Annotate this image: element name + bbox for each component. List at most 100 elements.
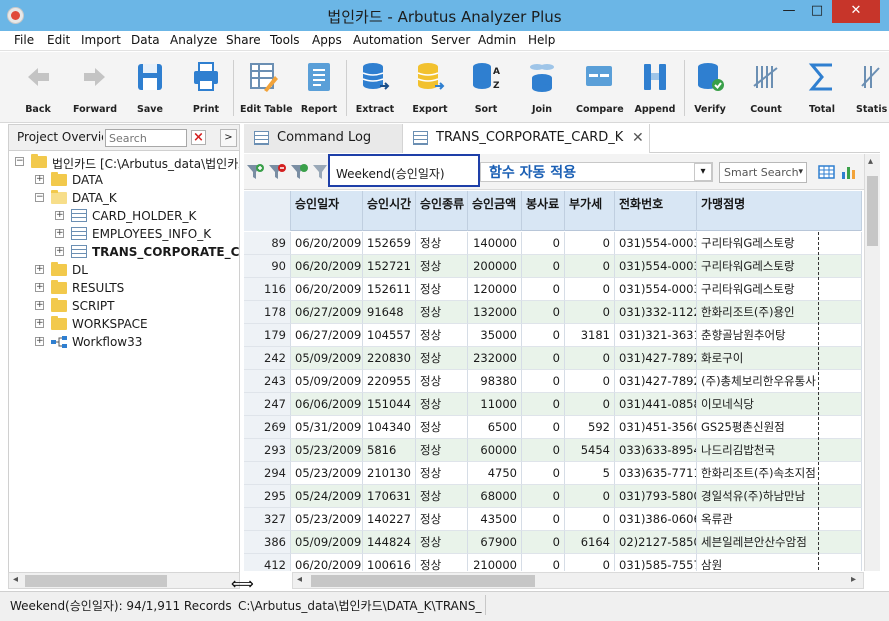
expand-icon[interactable]: + bbox=[35, 265, 44, 274]
edit-filter-icon[interactable] bbox=[290, 163, 308, 181]
table-row[interactable]: 269 05/31/2009 104340 정상 6500 0 592 031)451-356… bbox=[244, 416, 862, 439]
smart-search-select[interactable]: Smart Search ▾ bbox=[719, 162, 807, 183]
table-row[interactable]: 178 06/27/2009 91648 정상 132000 0 0 031)332-1122… bbox=[244, 301, 862, 324]
cell-vat[interactable]: 592 bbox=[565, 416, 615, 439]
cell-approval-amount[interactable]: 6500 bbox=[468, 416, 522, 439]
expand-icon[interactable]: + bbox=[35, 283, 44, 292]
cell-approval-time[interactable]: 104557 bbox=[363, 324, 416, 347]
cell-vat[interactable]: 0 bbox=[565, 485, 615, 508]
cell-vat[interactable]: 0 bbox=[565, 508, 615, 531]
cell-phone[interactable]: 031)427-7892 bbox=[615, 347, 697, 370]
cell-approval-amount[interactable]: 232000 bbox=[468, 347, 522, 370]
cell-approval-date[interactable]: 05/23/2009 bbox=[291, 439, 363, 462]
cell-vat[interactable]: 0 bbox=[565, 393, 615, 416]
cell-approval-type[interactable]: 정상 bbox=[416, 393, 468, 416]
cell-approval-date[interactable]: 06/20/2009 bbox=[291, 554, 363, 571]
cell-vat[interactable]: 0 bbox=[565, 370, 615, 393]
cell-merchant[interactable]: 구리타워G레스토랑 bbox=[697, 278, 862, 301]
cell-rownum[interactable]: 247 bbox=[244, 393, 291, 416]
extract-button[interactable]: Extract bbox=[356, 58, 394, 120]
cell-approval-time[interactable]: 220955 bbox=[363, 370, 416, 393]
menu-analyze[interactable]: Analyze bbox=[170, 33, 217, 47]
project-search-input[interactable] bbox=[105, 129, 187, 147]
cell-service-fee[interactable]: 0 bbox=[522, 485, 565, 508]
cell-approval-type[interactable]: 정상 bbox=[416, 278, 468, 301]
save-button[interactable]: Save bbox=[134, 58, 166, 120]
cell-approval-time[interactable]: 144824 bbox=[363, 531, 416, 554]
cell-phone[interactable]: 031)585-7557 bbox=[615, 554, 697, 571]
append-button[interactable]: Append bbox=[635, 58, 675, 120]
cell-merchant[interactable]: 구리타워G레스토랑 bbox=[697, 232, 862, 255]
menu-data[interactable]: Data bbox=[131, 33, 160, 47]
table-row[interactable]: 242 05/09/2009 220830 정상 232000 0 0 031)427-789… bbox=[244, 347, 862, 370]
cell-rownum[interactable]: 295 bbox=[244, 485, 291, 508]
cell-merchant[interactable]: 옥류관 bbox=[697, 508, 862, 531]
cell-vat[interactable]: 0 bbox=[565, 232, 615, 255]
cell-service-fee[interactable]: 0 bbox=[522, 439, 565, 462]
expand-icon[interactable]: + bbox=[55, 247, 64, 256]
cell-rownum[interactable]: 293 bbox=[244, 439, 291, 462]
cell-vat[interactable]: 0 bbox=[565, 255, 615, 278]
column-header-vat[interactable]: 부가세 bbox=[565, 191, 615, 231]
cell-vat[interactable]: 0 bbox=[565, 278, 615, 301]
cell-approval-date[interactable]: 05/09/2009 bbox=[291, 347, 363, 370]
cell-rownum[interactable]: 327 bbox=[244, 508, 291, 531]
cell-merchant[interactable]: 춘향골남원추어탕 bbox=[697, 324, 862, 347]
table-row[interactable]: 116 06/20/2009 152611 정상 120000 0 0 031)554-000… bbox=[244, 278, 862, 301]
cell-rownum[interactable]: 90 bbox=[244, 255, 291, 278]
grid-horizontal-scrollbar[interactable]: ◂ ▸ bbox=[292, 572, 864, 589]
cell-merchant[interactable]: 이모네식당 bbox=[697, 393, 862, 416]
cell-merchant[interactable]: 구리타워G레스토랑 bbox=[697, 255, 862, 278]
menu-share[interactable]: Share bbox=[226, 33, 261, 47]
compare-button[interactable]: Compare bbox=[576, 58, 624, 120]
cell-approval-date[interactable]: 05/23/2009 bbox=[291, 462, 363, 485]
menu-edit[interactable]: Edit bbox=[47, 33, 70, 47]
cell-approval-amount[interactable]: 60000 bbox=[468, 439, 522, 462]
cell-merchant[interactable]: 세븐일레븐안산수암점 bbox=[697, 531, 862, 554]
total-button[interactable]: Total bbox=[806, 58, 838, 120]
table-row[interactable]: 327 05/23/2009 140227 정상 43500 0 0 031)386-0606… bbox=[244, 508, 862, 531]
clear-search-icon[interactable]: × bbox=[191, 130, 206, 145]
cell-approval-amount[interactable]: 11000 bbox=[468, 393, 522, 416]
cell-merchant[interactable]: (주)총체보리한우유통사 bbox=[697, 370, 862, 393]
cell-approval-time[interactable]: 210130 bbox=[363, 462, 416, 485]
cell-approval-time[interactable]: 152611 bbox=[363, 278, 416, 301]
cell-rownum[interactable]: 179 bbox=[244, 324, 291, 347]
cell-approval-amount[interactable]: 43500 bbox=[468, 508, 522, 531]
count-button[interactable]: Count bbox=[750, 58, 782, 120]
cell-approval-amount[interactable]: 132000 bbox=[468, 301, 522, 324]
cell-approval-amount[interactable]: 98380 bbox=[468, 370, 522, 393]
cell-service-fee[interactable]: 0 bbox=[522, 232, 565, 255]
table-row[interactable]: 179 06/27/2009 104557 정상 35000 0 3181 031)321-3… bbox=[244, 324, 862, 347]
expand-icon[interactable]: + bbox=[35, 301, 44, 310]
menu-file[interactable]: File bbox=[14, 33, 34, 47]
statistics-button[interactable]: Statis bbox=[856, 58, 889, 120]
cell-approval-date[interactable]: 06/27/2009 bbox=[291, 324, 363, 347]
scroll-left-icon[interactable]: ◂ bbox=[13, 574, 18, 585]
sort-button[interactable]: AZ Sort bbox=[470, 58, 502, 120]
cell-approval-date[interactable]: 05/24/2009 bbox=[291, 485, 363, 508]
cell-merchant[interactable]: 경일석유(주)하남만남 bbox=[697, 485, 862, 508]
table-row[interactable]: 243 05/09/2009 220955 정상 98380 0 0 031)427-7892… bbox=[244, 370, 862, 393]
report-button[interactable]: Report bbox=[301, 58, 337, 120]
cell-approval-amount[interactable]: 200000 bbox=[468, 255, 522, 278]
cell-approval-time[interactable]: 152721 bbox=[363, 255, 416, 278]
cell-phone[interactable]: 031)554-0003 bbox=[615, 255, 697, 278]
table-row[interactable]: 90 06/20/2009 152721 정상 200000 0 0 031)554-0003… bbox=[244, 255, 862, 278]
cell-phone[interactable]: 033)633-8954 bbox=[615, 439, 697, 462]
maximize-button[interactable]: □ bbox=[803, 0, 831, 23]
cell-merchant[interactable]: 삼원 bbox=[697, 554, 862, 571]
cell-approval-date[interactable]: 06/20/2009 bbox=[291, 278, 363, 301]
cell-service-fee[interactable]: 0 bbox=[522, 416, 565, 439]
cell-vat[interactable]: 5 bbox=[565, 462, 615, 485]
cell-phone[interactable]: 031)386-0606 bbox=[615, 508, 697, 531]
cell-approval-date[interactable]: 06/27/2009 bbox=[291, 301, 363, 324]
cell-approval-time[interactable]: 100616 bbox=[363, 554, 416, 571]
column-header-approval-date[interactable]: 승인일자 bbox=[291, 191, 363, 231]
scroll-left-icon[interactable]: ◂ bbox=[297, 574, 302, 585]
cell-phone[interactable]: 031)332-1122 bbox=[615, 301, 697, 324]
menu-help[interactable]: Help bbox=[528, 33, 555, 47]
filter-dropdown-icon[interactable]: ▾ bbox=[694, 163, 712, 181]
cell-phone[interactable]: 02)2127-5850 bbox=[615, 531, 697, 554]
project-tree-horizontal-scrollbar[interactable]: ◂ bbox=[8, 572, 240, 589]
